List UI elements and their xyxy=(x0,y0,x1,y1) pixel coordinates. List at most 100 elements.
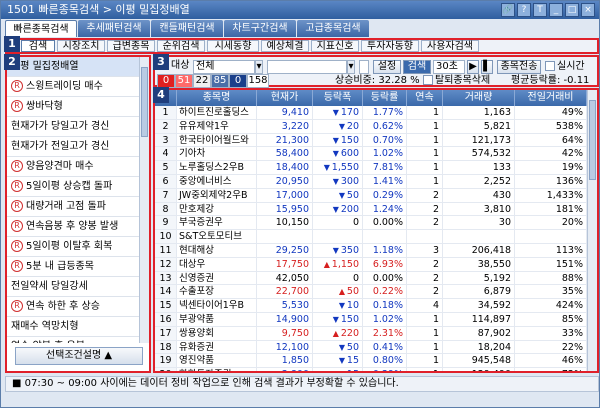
table-row[interactable]: 12 대상우 17,750 ▲ 1,150 6.93% 2 38,550 151% xyxy=(155,257,587,272)
condition-list-scrollbar[interactable] xyxy=(139,57,149,343)
condition-item[interactable]: R 양음양견마 매수 xyxy=(7,157,139,177)
chevron-down-icon[interactable]: ▾ xyxy=(255,60,263,74)
table-row[interactable]: 9 부국증권우 10,150 0 0.00% 2 30 20% xyxy=(155,216,587,231)
condition-item[interactable]: R 대량거래 고점 돌파 xyxy=(7,197,139,217)
condition-item[interactable]: 연속 양봉 후 음봉 xyxy=(7,337,139,343)
cell-volume-ratio: 424% xyxy=(515,299,587,312)
filter-upper-limit[interactable]: 0 xyxy=(157,74,175,88)
cell-volume: 87,902 xyxy=(443,326,515,340)
help-icon[interactable]: ? xyxy=(517,3,531,17)
condition-item[interactable]: R 스윙트레이딩 매수 xyxy=(7,77,139,97)
subtab-price-trend[interactable]: 시세동향 xyxy=(207,40,259,52)
search-button[interactable]: 검색 xyxy=(403,60,431,74)
realtime-checkbox[interactable] xyxy=(545,61,555,71)
condition-item[interactable]: R 연속 하한 후 상승 xyxy=(7,297,139,317)
condition-item[interactable]: 전일약세 당일강세 xyxy=(7,277,139,297)
condition-item[interactable]: 현재가가 전일고가 경신 xyxy=(7,137,139,157)
condition-item[interactable]: 이평 밀집정배열 xyxy=(7,57,139,77)
condition-item[interactable]: 재매수 역망치형 xyxy=(7,317,139,337)
transfer-button[interactable]: 종목전송 xyxy=(497,60,541,74)
cell-no: 13 xyxy=(155,271,177,285)
table-row[interactable]: 10 S&T오토모티브 xyxy=(155,230,587,244)
table-row[interactable]: 15 넥센타이어1우B 5,530 ▼ 10 0.18% 4 34,592 424% xyxy=(155,299,587,313)
table-row[interactable]: 8 만호제강 15,950 ▼ 200 1.24% 2 3,810 181% xyxy=(155,202,587,217)
subtab-user-search[interactable]: 사용자검색 xyxy=(421,40,479,52)
option-checkbox[interactable] xyxy=(359,60,369,74)
tab-advanced-search[interactable]: 고급종목검색 xyxy=(297,20,369,37)
filter-fall[interactable]: 85 xyxy=(211,74,229,88)
table-row[interactable]: 11 현대해상 29,250 ▼ 350 1.18% 3 206,418 113% xyxy=(155,243,587,258)
filter-rise[interactable]: 51 xyxy=(175,74,193,88)
subtab-expected-trade[interactable]: 예상체결 xyxy=(261,40,309,52)
subtab-search[interactable]: 검색 xyxy=(21,40,55,52)
table-row[interactable]: 17 쌍용양회 9,750 ▲ 220 2.31% 1 87,902 33% xyxy=(155,326,587,341)
cell-volume: 129,490 xyxy=(443,368,515,371)
table-row[interactable]: 1 하이트진로홀딩스 9,410 ▼ 170 1.77% 1 1,163 49% xyxy=(155,106,587,120)
condition-item[interactable]: R 5일이평 상승캡 돌파 xyxy=(7,177,139,197)
exclude-checkbox[interactable] xyxy=(423,75,433,85)
filter-flat[interactable]: 22 xyxy=(193,74,211,88)
down-arrow-icon: ▼ xyxy=(332,314,339,324)
col-volume[interactable]: 거래량 xyxy=(443,90,515,106)
maximize-icon[interactable]: □ xyxy=(565,3,579,17)
scroll-thumb[interactable] xyxy=(141,67,148,137)
target-select[interactable]: 전체 xyxy=(193,60,255,74)
cell-change: ▼ 150 xyxy=(313,312,363,326)
tab-candle-pattern[interactable]: 캔들패턴검색 xyxy=(151,20,223,37)
condition-input[interactable] xyxy=(267,60,347,74)
table-row[interactable]: 4 기아차 58,400 ▼ 600 1.02% 1 574,532 42% xyxy=(155,147,587,162)
font-icon[interactable]: T xyxy=(533,3,547,17)
table-row[interactable]: 2 유유제약1우 3,220 ▼ 20 0.62% 1 5,821 538% xyxy=(155,119,587,134)
badge-3: 3 xyxy=(153,54,169,70)
cell-streak: 1 xyxy=(407,354,443,368)
condition-item[interactable]: R 연속음봉 후 양봉 발생 xyxy=(7,217,139,237)
subtab-market-action[interactable]: 시장조치 xyxy=(57,40,105,52)
cell-change: 0 xyxy=(313,271,363,285)
condition-item[interactable]: R 쌍바닥형 xyxy=(7,97,139,117)
realtime-toggle[interactable]: 실시간 xyxy=(545,60,585,74)
filter-lower-limit[interactable]: 0 xyxy=(229,74,247,88)
table-row[interactable]: 19 영진약품 1,850 ▼ 15 0.80% 1 945,548 46% xyxy=(155,354,587,369)
minimize-icon[interactable]: _ xyxy=(549,3,563,17)
table-row[interactable]: 6 중앙에너비스 20,950 ▼ 300 1.41% 1 2,252 136% xyxy=(155,174,587,189)
sub-tab-bar: 검색 시장조치 급변종목 순위검색 시세동향 예상체결 지표신호 투자자동향 사… xyxy=(5,38,599,54)
cell-no: 1 xyxy=(155,106,177,119)
table-row[interactable]: 7 JW중외제약2우B 17,000 ▼ 50 0.29% 2 430 1,433% xyxy=(155,188,587,203)
grid-scroll-thumb[interactable] xyxy=(589,100,596,180)
setting-button[interactable]: 설정 xyxy=(373,60,401,74)
subtab-investor-trend[interactable]: 투자자동향 xyxy=(361,40,419,52)
tab-trend-pattern[interactable]: 추세패턴검색 xyxy=(78,20,150,37)
filter-total[interactable]: 158 xyxy=(247,74,269,88)
col-volume-ratio[interactable]: 전일거래비 xyxy=(515,90,587,106)
subtab-indicator-signal[interactable]: 지표신호 xyxy=(311,40,359,52)
condition-item[interactable]: R 5분 내 급등종목 xyxy=(7,257,139,277)
col-change[interactable]: 등락폭 xyxy=(313,90,363,106)
close-icon[interactable]: × xyxy=(581,3,595,17)
subtab-rank-search[interactable]: 순위검색 xyxy=(157,40,205,52)
interval-select[interactable]: 30초 xyxy=(433,60,465,74)
condition-item[interactable]: 현재가가 당일고가 경신 xyxy=(7,117,139,137)
table-row[interactable]: 3 한국타이어월드와 21,300 ▼ 150 0.70% 1 121,173 64% xyxy=(155,133,587,148)
condition-item[interactable]: R 5일이평 이탈후 회복 xyxy=(7,237,139,257)
subtab-sudden-change[interactable]: 급변종목 xyxy=(107,40,155,52)
table-row[interactable]: 14 수출포장 22,700 ▲ 50 0.22% 2 6,879 35% xyxy=(155,285,587,300)
table-row[interactable]: 5 노루홀딩스2우B 18,400 ▼ 1,550 7.81% 1 133 19% xyxy=(155,161,587,175)
table-row[interactable]: 18 유화증권 12,100 ▼ 50 0.41% 1 18,204 22% xyxy=(155,340,587,355)
condition-description-button[interactable]: 선택조건설명 ▲ xyxy=(15,347,143,365)
table-row[interactable]: 16 부광약품 14,900 ▼ 150 1.02% 1 114,897 85% xyxy=(155,312,587,327)
table-row[interactable]: 20한화투자증권3,800▼150.39%1129,49072% xyxy=(155,368,587,371)
cell-volume-ratio: 136% xyxy=(515,174,587,188)
col-streak[interactable]: 연속 xyxy=(407,90,443,106)
tab-chart-range[interactable]: 차트구간검색 xyxy=(224,20,296,37)
col-change-rate[interactable]: 등락률 xyxy=(363,90,407,106)
grid-scrollbar[interactable] xyxy=(587,90,597,371)
col-name[interactable]: 종목명 xyxy=(177,90,257,106)
tab-quick-search[interactable]: 빠른종목검색 xyxy=(5,20,77,37)
table-row[interactable]: 13 신영증권 42,050 0 0.00% 2 5,192 88% xyxy=(155,271,587,286)
next-button[interactable]: ▶ xyxy=(467,60,479,74)
link-icon[interactable]: 🔗 xyxy=(501,3,515,17)
exclude-toggle[interactable]: 탈퇴종목삭제 xyxy=(423,74,490,88)
pause-button[interactable]: ▌ xyxy=(481,60,493,74)
col-price[interactable]: 현재가 xyxy=(257,90,313,106)
chevron-down-icon-2[interactable]: ▾ xyxy=(347,60,355,74)
